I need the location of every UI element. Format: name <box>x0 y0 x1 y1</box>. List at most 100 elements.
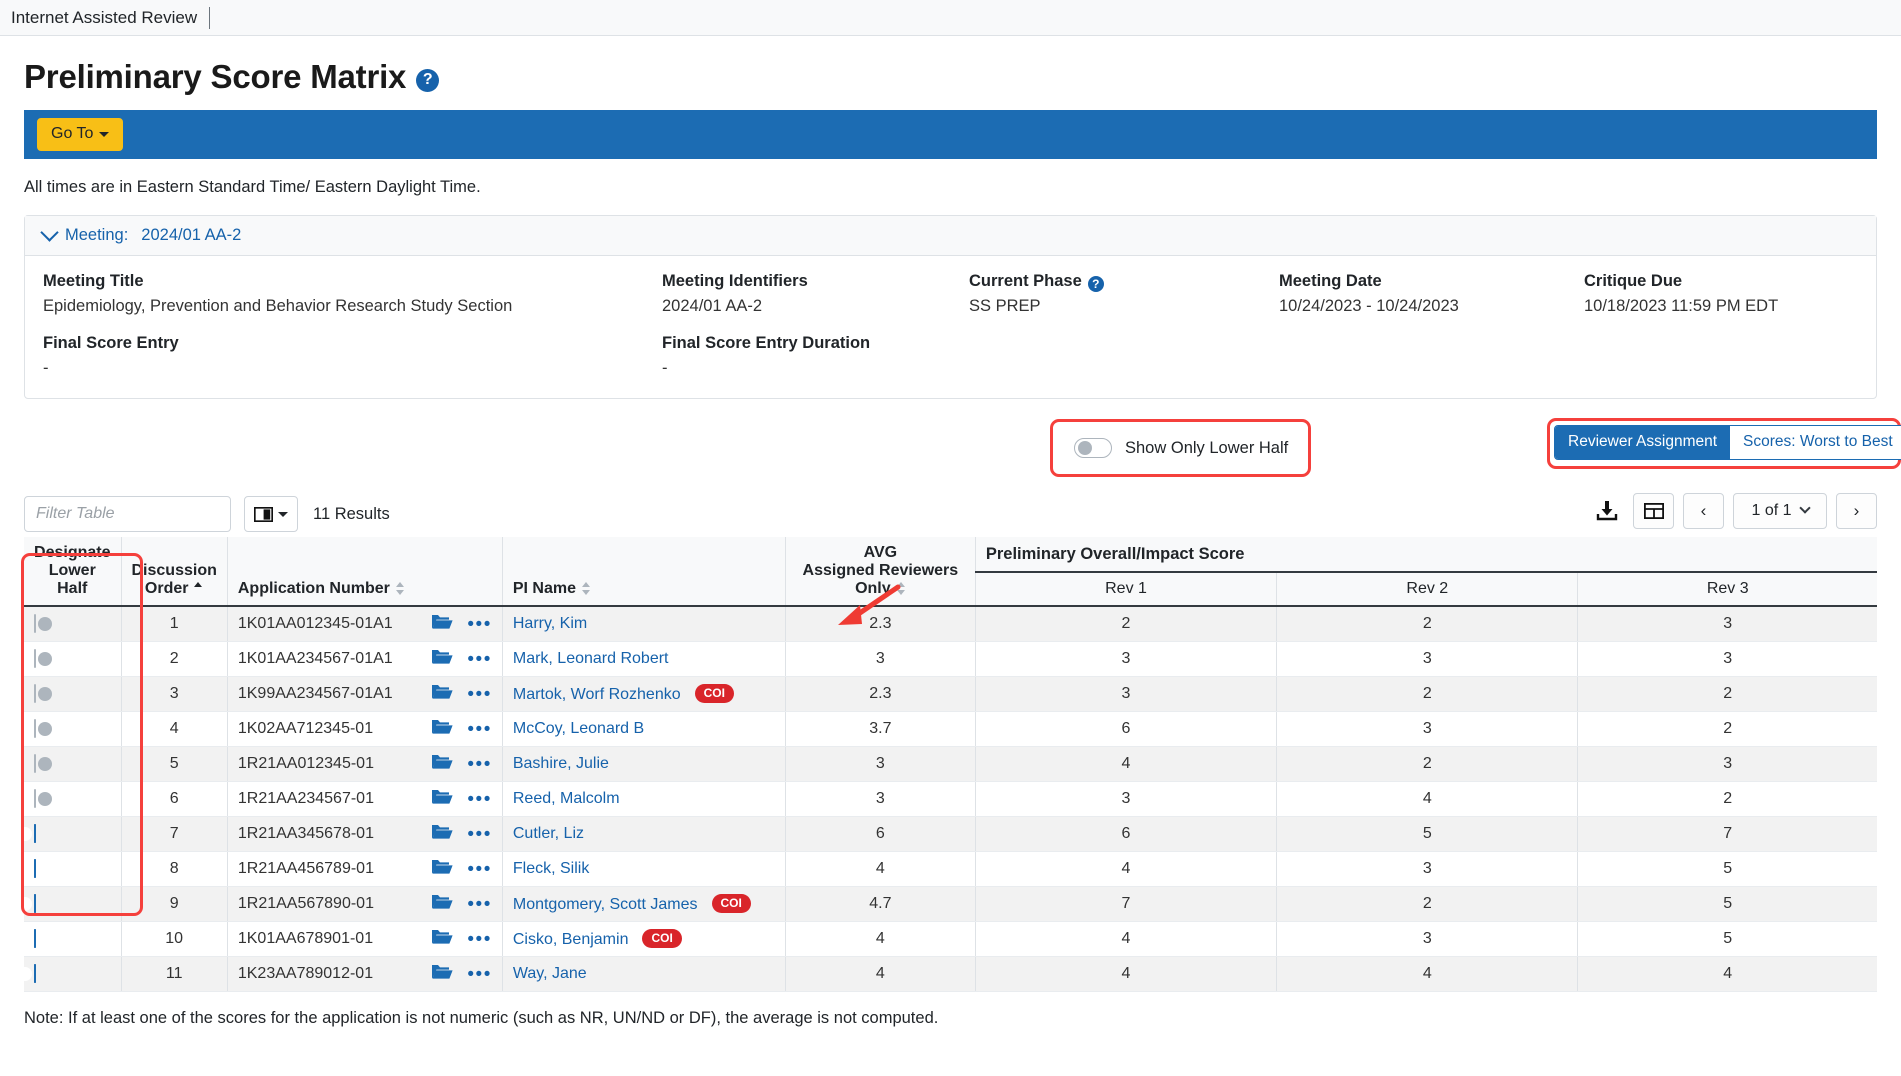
row-actions-icon[interactable]: ••• <box>467 720 491 739</box>
pi-name-link[interactable]: Montgomery, Scott James <box>513 896 698 913</box>
topbar-divider <box>209 6 211 29</box>
meta-value-text: 2024/01 AA-2 <box>662 297 762 315</box>
meeting-label: Meeting: <box>65 226 129 244</box>
designate-lower-half-toggle[interactable] <box>18 824 36 843</box>
designate-lower-half-toggle[interactable] <box>18 929 36 948</box>
filter-table-input[interactable] <box>24 496 231 532</box>
sort-icon <box>395 582 405 596</box>
designate-lower-half-toggle[interactable] <box>34 614 52 633</box>
chevron-down-icon <box>99 131 110 137</box>
pi-name-link[interactable]: Mark, Leonard Robert <box>513 650 669 667</box>
cell-rev-1: 7 <box>974 886 1277 922</box>
row-actions-icon[interactable]: ••• <box>467 965 491 984</box>
cell-pi-name: Cisko, Benjamin COI <box>501 921 786 957</box>
designate-lower-half-toggle[interactable] <box>34 719 52 738</box>
col-discussion-order[interactable]: Discussion Order <box>120 537 228 607</box>
row-actions-icon[interactable]: ••• <box>467 860 491 879</box>
cell-rev-2: 4 <box>1276 956 1578 992</box>
question-circle-icon[interactable]: ? <box>1087 275 1104 292</box>
application-number-text: 1R21AA012345-01 <box>237 755 374 772</box>
col-application-number[interactable]: Application Number <box>226 537 503 607</box>
row-actions-icon[interactable]: ••• <box>467 650 491 669</box>
col-pi-name[interactable]: PI Name <box>501 537 786 607</box>
row-actions-icon[interactable]: ••• <box>467 755 491 774</box>
cell-discussion-order: 5 <box>120 746 228 782</box>
meta-label-text: Current Phase <box>969 272 1082 290</box>
cell-designate <box>24 676 121 712</box>
meta-meeting-date: Meeting Date 10/24/2023 - 10/24/2023 <box>1279 272 1584 316</box>
cell-designate <box>24 606 121 642</box>
page-label: 1 of 1 <box>1751 502 1792 519</box>
application-number-text: 1R21AA345678-01 <box>237 825 374 842</box>
pi-name-link[interactable]: Bashire, Julie <box>513 755 609 772</box>
folder-open-icon[interactable] <box>431 613 453 635</box>
table-row: 4 1K02AA712345-01 ••• McCoy, Leonard B 3.7 6 3… <box>24 711 1877 747</box>
cell-application-number: 1R21AA345678-01 ••• <box>226 816 503 852</box>
designate-lower-half-toggle[interactable] <box>18 859 36 878</box>
meta-label-text: Meeting Identifiers <box>662 272 808 290</box>
cell-discussion-order: 1 <box>120 606 228 642</box>
folder-open-icon[interactable] <box>431 718 453 740</box>
folder-open-icon[interactable] <box>431 683 453 705</box>
next-page-button[interactable]: › <box>1836 493 1877 529</box>
show-lower-half-control[interactable]: Show Only Lower Half <box>1050 419 1311 477</box>
folder-open-icon[interactable] <box>431 823 453 845</box>
tab-scores-worst-to-best[interactable]: Scores: Worst to Best <box>1730 426 1901 459</box>
row-actions-icon[interactable]: ••• <box>467 930 491 949</box>
prev-page-button[interactable]: ‹ <box>1683 493 1724 529</box>
column-chooser-button[interactable] <box>244 496 298 532</box>
row-actions-icon[interactable]: ••• <box>467 790 491 809</box>
folder-open-icon[interactable] <box>431 928 453 950</box>
chevron-down-icon <box>1798 502 1811 514</box>
cell-application-number: 1R21AA234567-01 ••• <box>226 781 503 817</box>
cell-rev-2: 2 <box>1276 886 1578 922</box>
folder-open-icon[interactable] <box>431 753 453 775</box>
designate-lower-half-toggle[interactable] <box>18 894 36 913</box>
meeting-collapse-header[interactable]: Meeting: 2024/01 AA-2 <box>25 216 1876 256</box>
designate-lower-half-toggle[interactable] <box>34 684 52 703</box>
pi-name-link[interactable]: Cutler, Liz <box>513 825 584 842</box>
designate-lower-half-toggle[interactable] <box>34 649 52 668</box>
grid-view-button[interactable] <box>1633 493 1674 529</box>
designate-lower-half-toggle[interactable] <box>34 789 52 808</box>
cell-rev-1: 6 <box>974 816 1277 852</box>
tab-reviewer-assignment[interactable]: Reviewer Assignment <box>1555 426 1731 459</box>
pi-name-link[interactable]: Fleck, Silik <box>513 860 589 877</box>
table-header-row-group: Designate Lower Half Discussion Order Ap… <box>24 537 1877 607</box>
folder-open-icon[interactable] <box>431 963 453 985</box>
download-icon[interactable] <box>1590 493 1624 529</box>
show-lower-half-toggle[interactable] <box>1074 438 1112 458</box>
pi-name-link[interactable]: Martok, Worf Rozhenko <box>513 686 681 703</box>
application-number-text: 1K23AA789012-01 <box>237 965 374 982</box>
go-to-label: Go To <box>51 125 94 142</box>
pi-name-link[interactable]: McCoy, Leonard B <box>513 720 644 737</box>
folder-open-icon <box>432 685 453 699</box>
row-actions-icon[interactable]: ••• <box>467 895 491 914</box>
row-actions-icon[interactable]: ••• <box>467 615 491 634</box>
folder-open-icon[interactable] <box>431 858 453 880</box>
table-footnote: Note: If at least one of the scores for … <box>24 1009 939 1027</box>
folder-open-icon[interactable] <box>431 893 453 915</box>
cell-avg: 3 <box>784 781 976 817</box>
meta-label-text: Final Score Entry Duration <box>662 334 871 352</box>
col-avg-assigned-reviewers[interactable]: AVG Assigned Reviewers Only <box>784 537 976 607</box>
row-actions-icon[interactable]: ••• <box>467 825 491 844</box>
pi-name-link[interactable]: Reed, Malcolm <box>513 790 620 807</box>
pi-name-link[interactable]: Cisko, Benjamin <box>513 931 629 948</box>
folder-open-icon[interactable] <box>431 788 453 810</box>
sort-icon <box>896 582 906 596</box>
go-to-button[interactable]: Go To <box>37 118 124 151</box>
row-actions-icon[interactable]: ••• <box>467 685 491 704</box>
pi-name-link[interactable]: Way, Jane <box>513 965 587 982</box>
view-toggle-group[interactable]: Reviewer Assignment Scores: Worst to Bes… <box>1554 425 1901 460</box>
question-circle-icon[interactable]: ? <box>416 68 440 92</box>
folder-open-icon[interactable] <box>431 648 453 670</box>
page-selector[interactable]: 1 of 1 <box>1733 493 1827 529</box>
pi-name-link[interactable]: Harry, Kim <box>513 615 587 632</box>
meeting-value: 2024/01 AA-2 <box>141 226 242 244</box>
meta-label-text: Meeting Date <box>1279 272 1382 290</box>
cell-avg: 4 <box>784 921 976 957</box>
cell-rev-3: 7 <box>1577 816 1877 852</box>
designate-lower-half-toggle[interactable] <box>18 964 36 983</box>
designate-lower-half-toggle[interactable] <box>34 754 52 773</box>
